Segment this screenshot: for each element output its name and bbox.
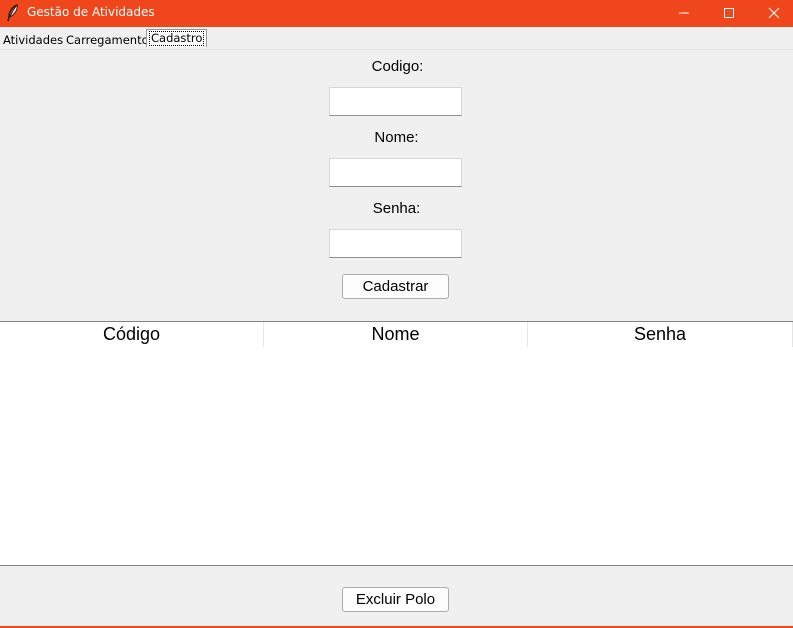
column-header-name[interactable]: Nome <box>264 322 528 347</box>
table-body[interactable] <box>0 347 793 565</box>
close-icon <box>768 4 780 23</box>
tab-atividades[interactable]: Atividades <box>3 31 63 49</box>
tab-cadastro[interactable]: Cadastro <box>146 29 208 47</box>
column-header-password[interactable]: Senha <box>528 322 793 347</box>
column-header-code[interactable]: Código <box>0 322 264 347</box>
password-field[interactable] <box>329 229 462 258</box>
window-title: Gestão de Atividades <box>27 5 155 19</box>
tab-carregamento[interactable]: Carregamento <box>66 31 149 49</box>
maximize-icon <box>723 4 735 23</box>
name-label: Nome: <box>374 129 419 146</box>
registration-form: Codigo: Nome: Senha: Cadastrar <box>0 50 793 321</box>
maximize-button[interactable] <box>706 0 751 27</box>
tab-cadastro-label: Cadastro <box>149 31 205 46</box>
feather-icon <box>6 3 20 22</box>
table-header: Código Nome Senha <box>0 322 793 347</box>
delete-button[interactable]: Excluir Polo <box>342 587 449 612</box>
minimize-icon <box>678 4 690 23</box>
users-table[interactable]: Código Nome Senha <box>0 321 793 566</box>
minimize-button[interactable] <box>661 0 706 27</box>
title-bar: Gestão de Atividades <box>0 0 793 27</box>
tab-bar: Atividades Carregamento Cadastro <box>0 27 793 50</box>
name-field[interactable] <box>329 158 462 187</box>
password-label: Senha: <box>372 200 421 217</box>
register-button[interactable]: Cadastrar <box>342 274 449 299</box>
bottom-panel: Excluir Polo <box>0 566 793 626</box>
close-button[interactable] <box>751 0 793 27</box>
code-label: Codigo: <box>371 58 424 75</box>
code-field[interactable] <box>329 87 462 116</box>
